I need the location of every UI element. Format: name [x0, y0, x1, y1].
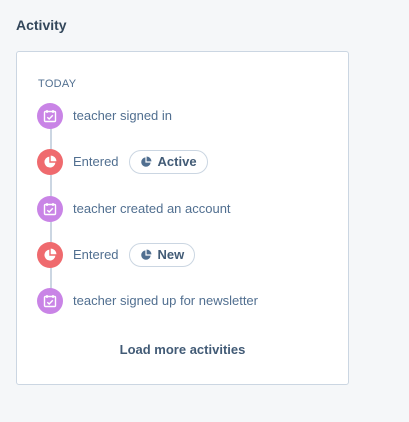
section-title: Activity: [16, 17, 67, 33]
activity-text: Entered: [73, 154, 119, 169]
pill-label: New: [157, 247, 185, 262]
activity-item-entered-active: Entered Active: [37, 149, 208, 175]
calendar-check-icon: [37, 103, 63, 129]
pie-chart-icon: [37, 149, 63, 175]
activity-card: TODAY teacher signed in Entered Active t…: [16, 51, 349, 385]
activity-text: teacher signed in: [73, 108, 173, 123]
pie-chart-icon: [140, 249, 152, 260]
list-pill-new[interactable]: New: [128, 243, 196, 267]
pie-chart-icon: [140, 156, 152, 167]
day-label: TODAY: [38, 78, 77, 90]
pill-label: Active: [157, 154, 197, 169]
activity-item-entered-new: Entered New: [37, 242, 196, 268]
activity-item-signed-in: teacher signed in: [37, 103, 172, 129]
activity-item-signed-up-newsletter: teacher signed up for newsletter: [37, 288, 258, 314]
activity-text: teacher signed up for newsletter: [73, 293, 258, 308]
list-pill-active[interactable]: Active: [128, 150, 208, 174]
load-more-activities-button[interactable]: Load more activities: [17, 342, 348, 358]
calendar-check-icon: [37, 196, 63, 222]
activity-text: Entered: [73, 247, 119, 262]
activity-text: teacher created an account: [73, 201, 231, 216]
activity-item-created-account: teacher created an account: [37, 196, 231, 222]
calendar-check-icon: [37, 288, 63, 314]
pie-chart-icon: [37, 242, 63, 268]
